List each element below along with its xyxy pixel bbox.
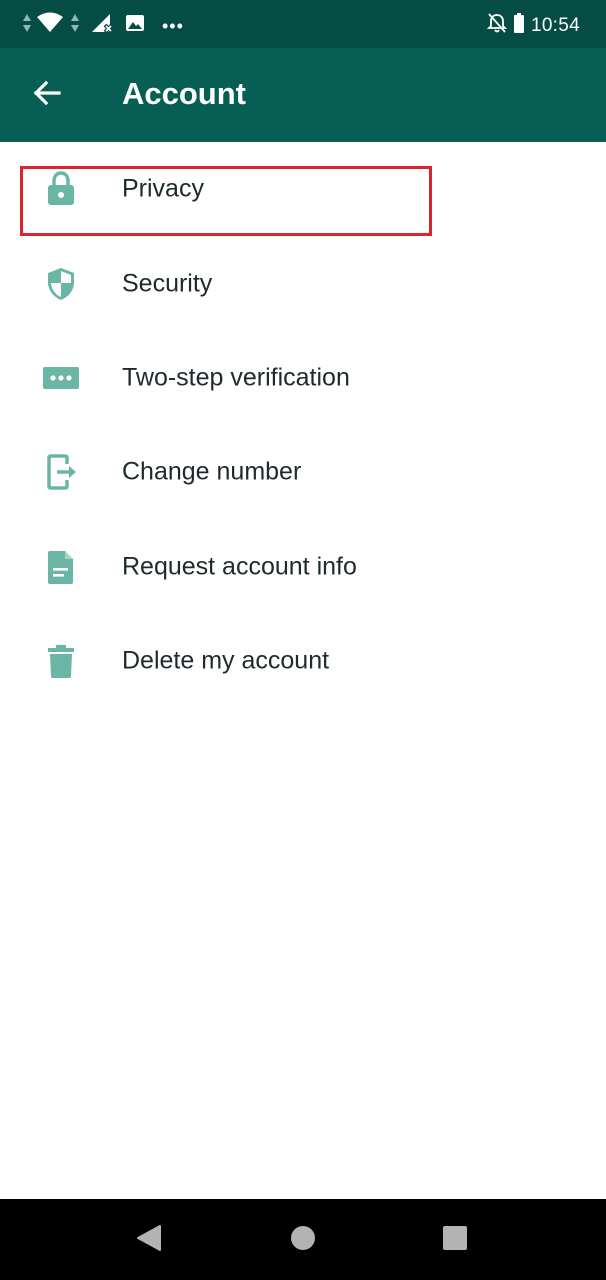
menu-item-label: Delete my account [122,646,330,675]
wifi-icon [36,12,64,39]
status-right-icons: 10:54 [486,12,580,39]
menu-item-label: Request account info [122,552,357,581]
account-menu-list: Privacy Security Two-step verification C… [0,142,606,708]
system-nav-bar [0,1199,606,1280]
menu-item-privacy[interactable]: Privacy [0,142,606,236]
nav-home-button[interactable] [282,1219,324,1261]
image-notification-icon [124,12,146,39]
data-arrows-icon [22,12,32,39]
notifications-off-icon [486,12,508,39]
menu-item-label: Privacy [122,174,204,203]
arrow-left-icon [32,78,62,113]
status-left-icons: ••• [22,12,184,39]
page-title: Account [122,76,246,111]
trash-icon [40,640,82,682]
status-time: 10:54 [530,14,580,36]
recents-square-icon [442,1225,468,1256]
menu-item-two-step-verification[interactable]: Two-step verification [0,331,606,425]
overflow-dots: ••• [162,15,184,36]
data-arrows-icon [70,12,80,39]
menu-item-request-account-info[interactable]: Request account info [0,520,606,614]
change-number-icon [40,451,82,493]
menu-item-label: Change number [122,457,302,486]
nav-recents-button[interactable] [434,1219,476,1261]
menu-item-delete-my-account[interactable]: Delete my account [0,614,606,708]
menu-item-label: Two-step verification [122,363,350,392]
app-bar: Account [0,48,606,142]
nav-back-button[interactable] [128,1219,170,1261]
back-triangle-icon [135,1223,163,1258]
back-button[interactable] [22,70,72,120]
status-bar: ••• 10:54 [0,0,606,48]
lock-icon [40,168,82,210]
document-icon [40,546,82,588]
signal-off-icon [90,12,114,39]
menu-item-change-number[interactable]: Change number [0,425,606,519]
dots-password-icon [40,357,82,399]
menu-item-label: Security [122,269,213,298]
home-circle-icon [290,1225,316,1256]
menu-item-security[interactable]: Security [0,236,606,330]
shield-icon [40,263,82,305]
battery-icon [513,12,525,39]
